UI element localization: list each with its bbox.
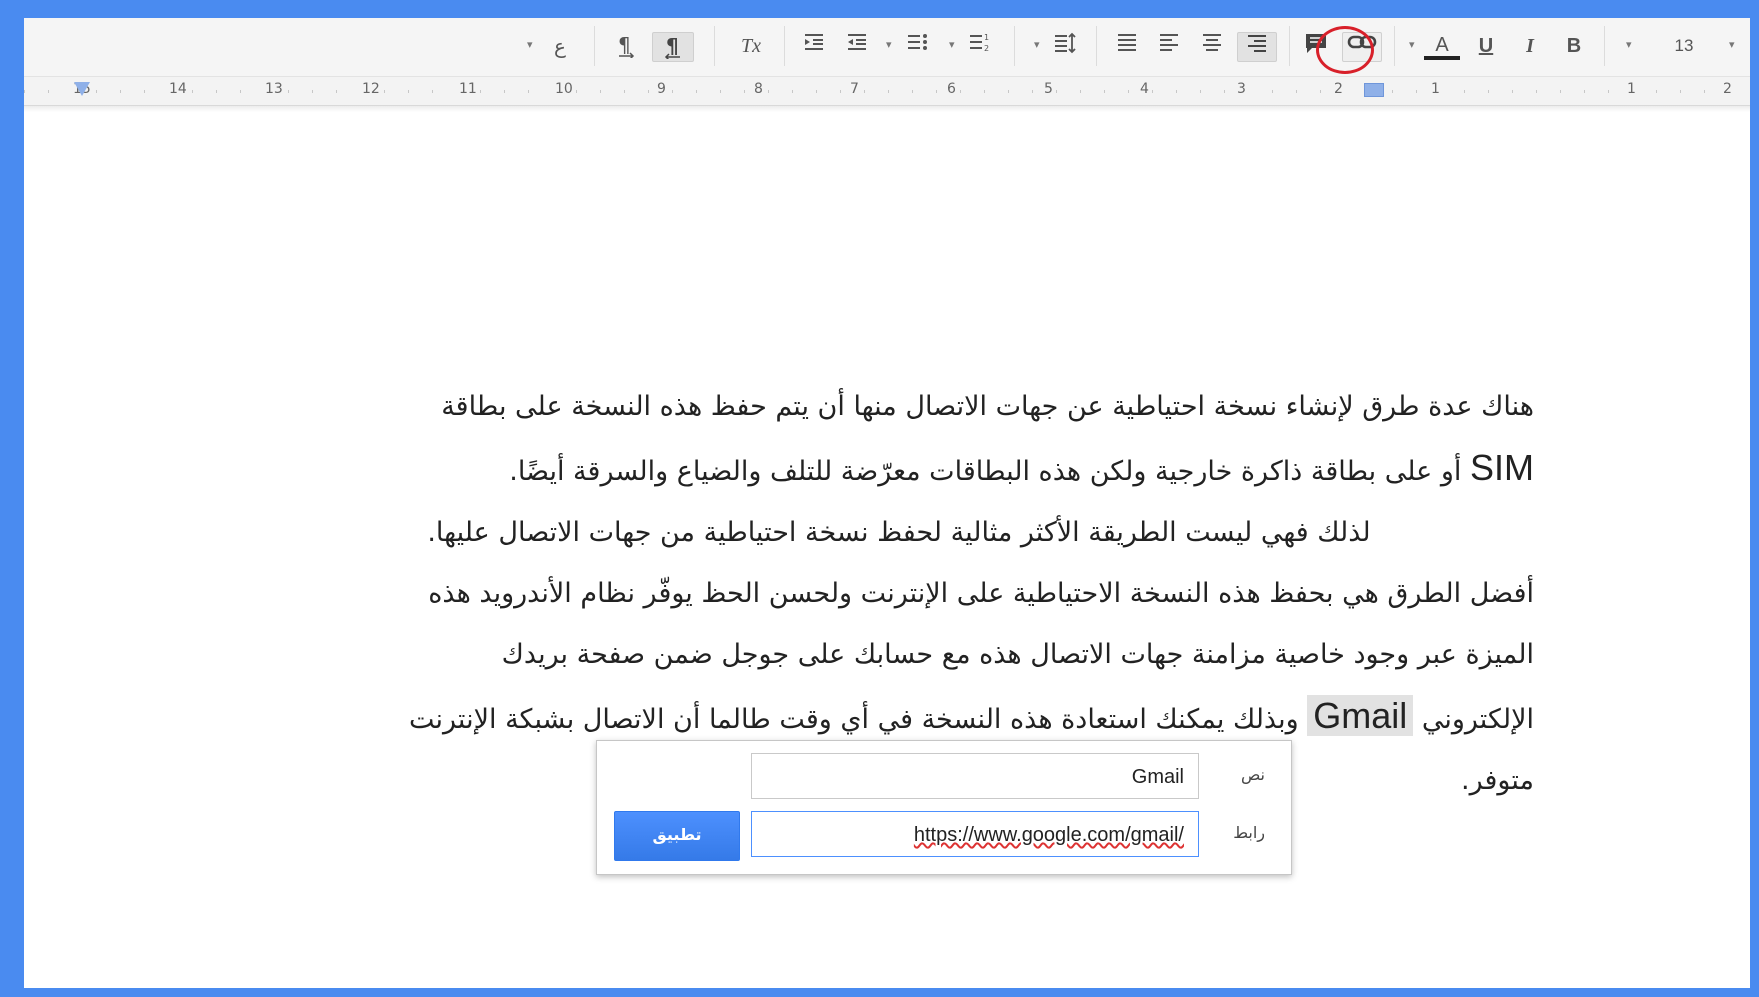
sim-text: SIM	[1469, 447, 1534, 488]
font-size-value[interactable]: 13	[1664, 32, 1704, 60]
link-field-label: رابط	[1233, 823, 1265, 842]
svg-text:1: 1	[984, 33, 989, 42]
ruler-number: 13	[262, 81, 286, 97]
link-text-field[interactable]: Gmail	[751, 753, 1199, 799]
ruler-number: 5	[1041, 81, 1056, 97]
apply-button[interactable]: تطبيق	[614, 811, 740, 861]
increase-indent-icon[interactable]	[799, 32, 829, 60]
ruler-number: 1	[1428, 81, 1443, 97]
left-indent-marker[interactable]	[74, 82, 90, 96]
paragraph-line: هناك عدة طرق لإنشاء نسخة احتياطية عن جها…	[441, 391, 1534, 422]
ruler-number: 1	[1624, 81, 1639, 97]
font-size-dropdown-icon[interactable]: ▾	[1626, 38, 1632, 51]
input-tools-dropdown-icon[interactable]: ▾	[527, 38, 533, 51]
link-highlight-circle	[1316, 26, 1374, 74]
line-spacing-dropdown-icon[interactable]: ▾	[1034, 38, 1040, 51]
paragraph-text: أو على بطاقة ذاكرة خارجية ولكن هذه البطا…	[509, 456, 1470, 487]
link-url-value: https://www.google.com/gmail/	[913, 824, 1184, 846]
selected-gmail-text[interactable]: Gmail	[1307, 695, 1414, 736]
text-color-button[interactable]: A	[1424, 32, 1460, 60]
ruler-number: 2	[1720, 81, 1735, 97]
align-right-icon[interactable]	[1237, 32, 1277, 62]
page-top-edge	[24, 106, 1750, 112]
text-field-label: نص	[1240, 765, 1265, 784]
ruler[interactable]: 15 14 13 12 11 10 9 8 7 6 5 4 3 2 1 1 2	[24, 77, 1750, 106]
ruler-number: 2	[1331, 81, 1346, 97]
bulleted-list-dropdown-icon[interactable]: ▾	[886, 38, 892, 51]
ruler-number: 6	[944, 81, 959, 97]
right-indent-marker[interactable]	[1364, 83, 1384, 97]
ruler-number: 7	[847, 81, 862, 97]
numbered-list-dropdown-icon[interactable]: ▾	[949, 38, 955, 51]
decrease-indent-icon[interactable]	[842, 32, 872, 60]
text-color-dropdown-icon[interactable]: ▾	[1409, 38, 1415, 51]
paragraph-line: لذلك فهي ليست الطريقة الأكثر مثالية لحفظ…	[427, 517, 1371, 548]
italic-button[interactable]: I	[1516, 32, 1544, 60]
clear-formatting-button[interactable]: Tx	[734, 32, 768, 60]
paragraph-text: الإلكتروني	[1413, 704, 1534, 735]
ruler-number: 12	[359, 81, 383, 97]
font-size-caret-icon[interactable]: ▾	[1729, 38, 1735, 51]
svg-text:¶: ¶	[618, 33, 631, 57]
paragraph-text: وبذلك يمكنك استعادة هذه النسخة في أي وقت…	[409, 704, 1308, 735]
align-center-icon[interactable]	[1197, 32, 1227, 60]
ruler-number: 4	[1137, 81, 1152, 97]
paragraph-line: SIM أو على بطاقة ذاكرة خارجية ولكن هذه ا…	[144, 437, 1534, 502]
ruler-number: 14	[166, 81, 190, 97]
rtl-direction-icon[interactable]: ¶	[652, 32, 694, 62]
paragraph-line: الميزة عبر وجود خاصية مزامنة جهات الاتصا…	[501, 639, 1534, 670]
ruler-number: 10	[552, 81, 576, 97]
ruler-number: 11	[456, 81, 480, 97]
link-url-field[interactable]: https://www.google.com/gmail/	[751, 811, 1199, 857]
formatting-toolbar: ▾ ع ¶ ¶ Tx ▾ ▾ 12 ▾ ▾ A U I B ▾ 13 ▾	[24, 18, 1750, 77]
underline-button[interactable]: U	[1472, 32, 1500, 60]
svg-text:2: 2	[984, 44, 989, 52]
ruler-number: 3	[1234, 81, 1249, 97]
numbered-list-icon[interactable]: 12	[964, 32, 994, 60]
insert-link-dialog: نص Gmail رابط https://www.google.com/gma…	[596, 740, 1292, 875]
ruler-number: 9	[654, 81, 669, 97]
bulleted-list-icon[interactable]	[902, 32, 932, 60]
docs-editor: ▾ ع ¶ ¶ Tx ▾ ▾ 12 ▾ ▾ A U I B ▾ 13 ▾ 15 …	[24, 18, 1750, 988]
ruler-number: 8	[751, 81, 766, 97]
align-left-icon[interactable]	[1154, 32, 1184, 60]
paragraph-line: أفضل الطرق هي بحفظ هذه النسخة الاحتياطية…	[428, 578, 1534, 609]
ltr-direction-icon[interactable]: ¶	[609, 32, 643, 60]
input-tools-button[interactable]: ع	[544, 32, 576, 60]
bold-button[interactable]: B	[1560, 32, 1588, 60]
justify-icon[interactable]	[1112, 32, 1142, 60]
line-spacing-icon[interactable]	[1049, 32, 1081, 60]
